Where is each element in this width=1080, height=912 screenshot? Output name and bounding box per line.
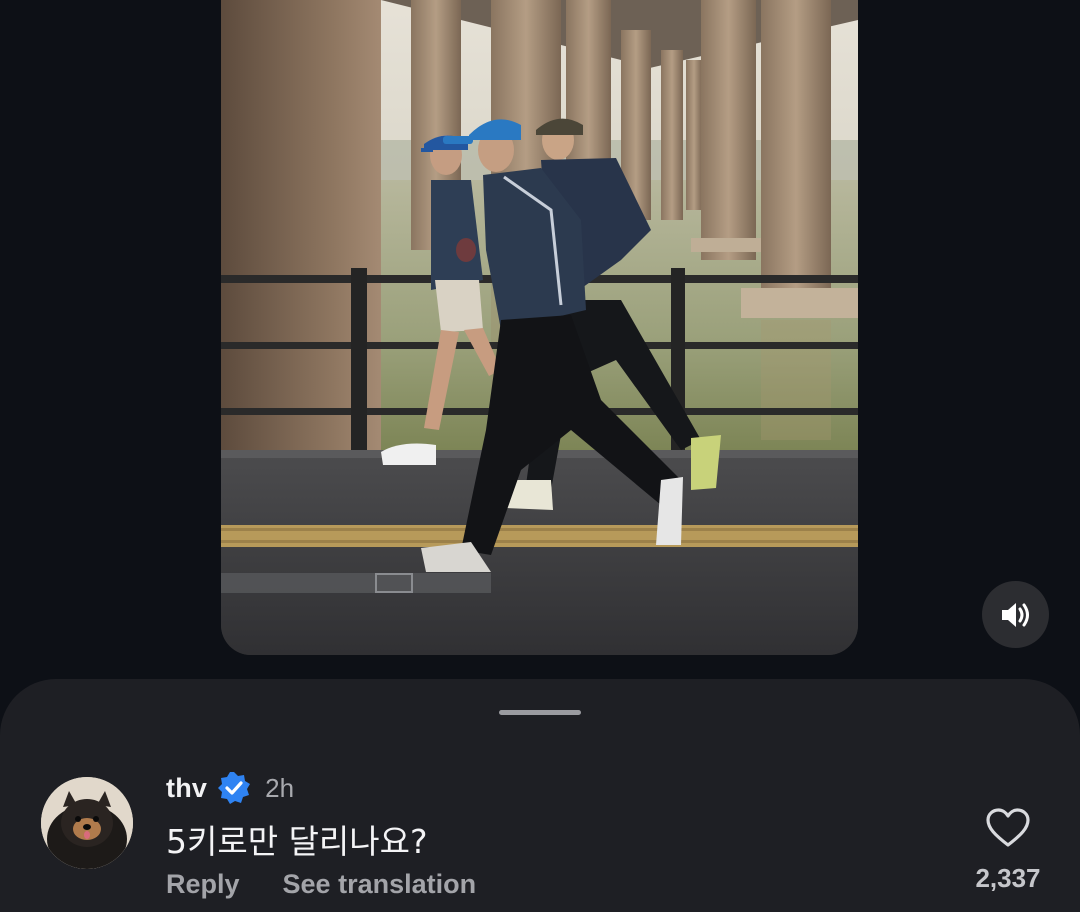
see-translation-button[interactable]: See translation	[283, 869, 477, 900]
verified-badge-icon	[217, 771, 251, 805]
comment-actions: Reply See translation	[166, 869, 476, 900]
comments-sheet: thv 2h 5키로만 달리나요? Reply See translation …	[0, 679, 1080, 912]
comment-text: 5키로만 달리나요?	[166, 822, 428, 861]
heart-icon	[986, 808, 1030, 847]
comment-timestamp: 2h	[265, 772, 295, 803]
speaker-volume-icon	[1001, 602, 1029, 627]
avatar[interactable]	[41, 777, 133, 869]
like-count: 2,337	[975, 863, 1041, 893]
sheet-drag-handle[interactable]	[499, 710, 581, 715]
video-player[interactable]	[221, 0, 858, 655]
sound-toggle-button[interactable]	[982, 581, 1049, 648]
video-frame	[221, 0, 858, 655]
reply-button[interactable]: Reply	[166, 869, 240, 900]
dog-avatar-image	[41, 777, 133, 869]
like-button[interactable]	[985, 807, 1031, 849]
comment-username[interactable]: thv	[166, 773, 207, 804]
comment-header: thv 2h	[166, 771, 294, 805]
screen: thv 2h 5키로만 달리나요? Reply See translation …	[0, 0, 1080, 912]
